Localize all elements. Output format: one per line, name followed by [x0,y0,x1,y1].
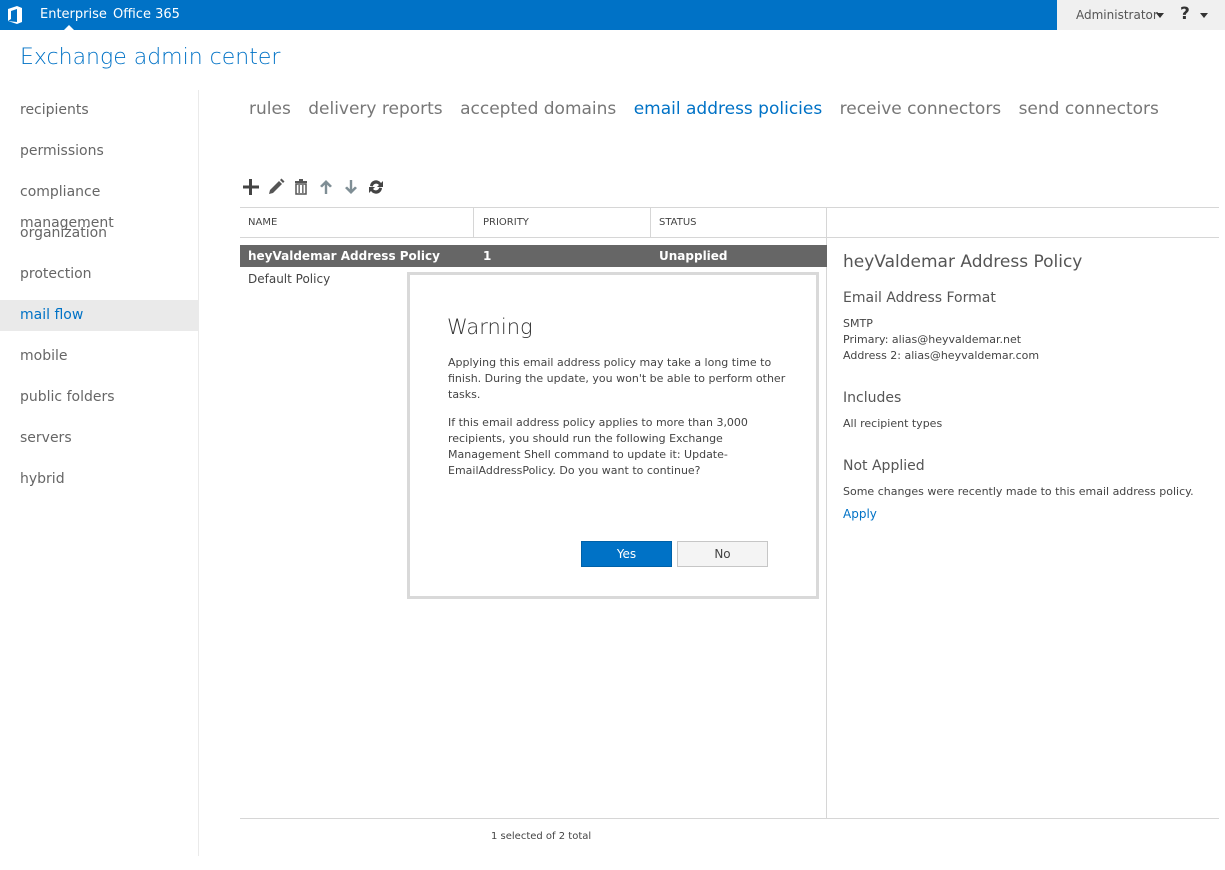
email-format-heading: Email Address Format [843,290,996,306]
sidebar: recipients permissions compliance manage… [0,90,199,856]
sub-nav-tabs: rules delivery reports accepted domains … [249,99,1171,119]
details-title: heyValdemar Address Policy [843,252,1083,272]
warning-dialog: Warning Applying this email address poli… [407,272,819,599]
move-up-icon[interactable] [316,177,336,197]
table-header: NAME PRIORITY STATUS [240,207,827,238]
dialog-message-2: If this email address policy applies to … [448,416,748,477]
yes-button[interactable]: Yes [581,541,672,567]
edit-icon[interactable] [266,177,286,197]
apply-link[interactable]: Apply [843,507,877,521]
active-nav-indicator [64,25,74,30]
sidebar-item-recipients[interactable]: recipients [0,95,198,126]
sidebar-item-servers[interactable]: servers [0,423,198,454]
refresh-icon[interactable] [366,177,386,197]
tab-receive-connectors[interactable]: receive connectors [840,99,1002,119]
tab-rules[interactable]: rules [249,99,291,119]
column-header-status[interactable]: STATUS [651,208,827,237]
column-header-priority[interactable]: PRIORITY [475,208,651,237]
sidebar-item-hybrid[interactable]: hybrid [0,464,198,495]
cell-name: Default Policy [248,272,331,286]
chevron-down-icon[interactable] [1156,13,1164,18]
cell-name: heyValdemar Address Policy [248,249,440,263]
format-type: SMTP [843,317,873,330]
app-title: Exchange admin center [20,45,281,70]
selection-count: 1 selected of 2 total [491,831,592,842]
sidebar-item-mobile[interactable]: mobile [0,341,198,372]
dialog-message-1: Applying this email address policy may t… [448,356,786,401]
top-bar: Enterprise Office 365 Administrator ? [0,0,1225,30]
sidebar-item-mail-flow[interactable]: mail flow [0,300,198,331]
tab-send-connectors[interactable]: send connectors [1019,99,1159,119]
sidebar-item-compliance-management[interactable]: compliance management [0,177,198,231]
dialog-title: Warning [447,315,533,339]
sidebar-item-public-folders[interactable]: public folders [0,382,198,413]
tab-email-address-policies[interactable]: email address policies [634,99,823,119]
cell-status: Unapplied [659,249,728,263]
office-logo-icon[interactable] [7,6,23,24]
tab-accepted-domains[interactable]: accepted domains [460,99,616,119]
nav-office-365[interactable]: Office 365 [113,7,180,22]
footer-divider [240,818,1219,819]
status-heading: Not Applied [843,458,925,474]
pane-divider [826,207,827,818]
user-menu[interactable]: Administrator [1076,8,1158,22]
cell-priority: 1 [483,249,492,263]
no-button[interactable]: No [677,541,768,567]
tab-delivery-reports[interactable]: delivery reports [308,99,442,119]
sidebar-item-protection[interactable]: protection [0,259,198,290]
sidebar-item-permissions[interactable]: permissions [0,136,198,167]
add-icon[interactable] [241,177,261,197]
details-pane-header [827,207,1219,238]
move-down-icon[interactable] [341,177,361,197]
secondary-address: Address 2: alias@heyvaldemar.com [843,349,1040,362]
status-text: Some changes were recently made to this … [843,485,1194,498]
primary-address: Primary: alias@heyvaldemar.net [843,333,1022,346]
chevron-down-icon[interactable] [1200,13,1208,18]
help-icon[interactable]: ? [1180,4,1190,24]
column-header-name[interactable]: NAME [240,208,474,237]
nav-enterprise[interactable]: Enterprise [40,7,107,22]
includes-heading: Includes [843,390,902,406]
table-row[interactable]: heyValdemar Address Policy 1 Unapplied [240,245,827,267]
user-area: Administrator ? [1057,0,1225,30]
sidebar-item-organization[interactable]: organization [0,218,198,249]
includes-value: All recipient types [843,417,943,430]
delete-icon[interactable] [291,177,311,197]
